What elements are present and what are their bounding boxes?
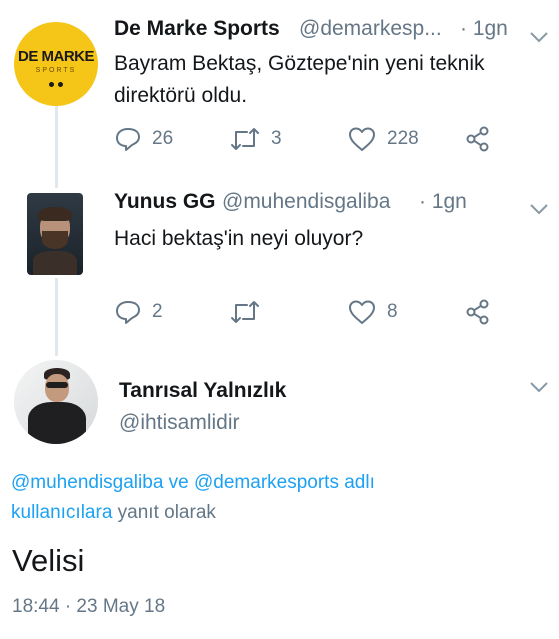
user-handle[interactable]: @muhendisgaliba xyxy=(222,190,390,214)
reply-icon xyxy=(116,301,140,324)
avatar-photo-beard xyxy=(42,231,68,249)
tweet-time[interactable]: · 1gn xyxy=(460,17,508,41)
chevron-down-icon[interactable] xyxy=(528,30,550,44)
share-button[interactable] xyxy=(464,125,492,153)
share-icon xyxy=(466,299,489,325)
display-name[interactable]: Tanrısal Yalnızlık xyxy=(119,379,286,403)
tweet-timestamp[interactable]: 18:44 · 23 May 18 xyxy=(12,596,165,618)
share-icon xyxy=(466,126,489,152)
avatar[interactable] xyxy=(27,193,83,275)
avatar-photo-face xyxy=(45,374,69,402)
reply-count: 26 xyxy=(152,128,174,149)
user-handle[interactable]: @ihtisamlidir xyxy=(119,411,240,435)
reply-context-suffix: yanıt olarak xyxy=(112,502,216,523)
retweet-button[interactable] xyxy=(229,298,261,326)
tweet-text: Haci bektaş'in neyi oluyor? xyxy=(114,227,364,250)
avatar[interactable]: DE MARKE SPORTS xyxy=(14,22,98,106)
logo-sub-text: SPORTS xyxy=(35,67,77,74)
avatar-photo-shirt xyxy=(33,251,77,275)
mention-link[interactable]: kullanıcılara xyxy=(11,502,112,523)
reply-context-and: ve xyxy=(163,472,195,493)
tweet-text-line: direktörü oldu. xyxy=(114,84,248,107)
tweet-text: Velisi xyxy=(12,543,85,578)
reply-context: @muhendisgaliba ve @demarkesports adlı k… xyxy=(11,468,551,528)
thread-connector xyxy=(55,104,58,188)
chevron-down-icon[interactable] xyxy=(528,202,550,216)
logo-eyes xyxy=(49,82,63,88)
avatar[interactable] xyxy=(14,360,98,444)
retweet-icon xyxy=(231,301,259,323)
like-count: 228 xyxy=(387,128,419,149)
heart-icon xyxy=(349,127,375,151)
user-handle[interactable]: @demarkesp... xyxy=(299,17,442,41)
reply-count: 2 xyxy=(152,301,163,322)
avatar-photo-glasses xyxy=(46,382,68,388)
share-button[interactable] xyxy=(464,298,492,326)
tweet-time[interactable]: · 1gn xyxy=(419,190,467,214)
like-button[interactable]: 8 xyxy=(347,298,398,326)
reply-icon xyxy=(116,128,140,151)
mention-link[interactable]: @muhendisgaliba xyxy=(11,472,163,493)
retweet-button[interactable]: 3 xyxy=(229,125,282,153)
reply-button[interactable]: 26 xyxy=(114,125,173,153)
display-name[interactable]: Yunus GG xyxy=(114,190,216,214)
tweet-text-line: Bayram Bektaş, Göztepe'nin yeni teknik xyxy=(114,52,485,75)
avatar-photo-hair xyxy=(38,207,72,221)
retweet-icon xyxy=(231,128,259,150)
retweet-count: 3 xyxy=(271,128,282,149)
like-button[interactable]: 228 xyxy=(347,125,419,153)
heart-icon xyxy=(349,300,375,324)
reply-button[interactable]: 2 xyxy=(114,298,163,326)
mention-link[interactable]: @demarkesports adlı xyxy=(194,472,375,493)
chevron-down-icon[interactable] xyxy=(528,380,550,394)
thread-connector xyxy=(55,278,58,356)
avatar-photo-jacket xyxy=(28,402,86,444)
like-count: 8 xyxy=(387,301,398,322)
display-name[interactable]: De Marke Sports xyxy=(114,17,280,41)
logo-main-text: DE MARKE xyxy=(17,48,95,65)
